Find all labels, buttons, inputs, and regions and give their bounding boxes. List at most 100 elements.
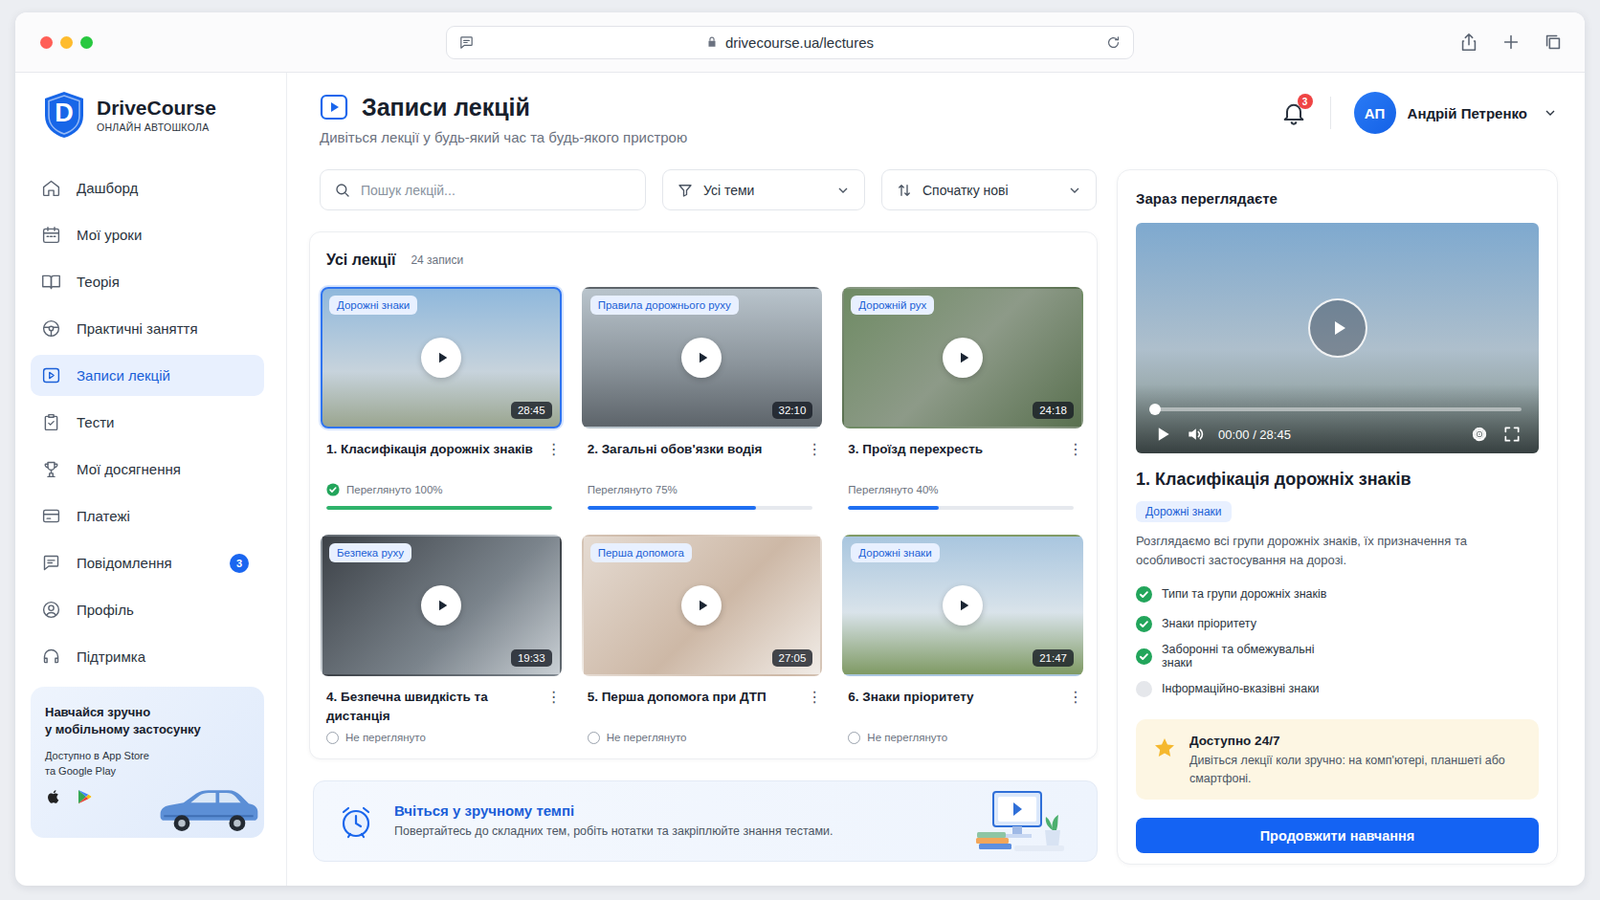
apple-icon[interactable] [44,788,63,806]
sidebar-item[interactable]: Мої уроки [30,214,265,256]
topic-label: Типи та групи дорожніх знаків [1161,587,1327,601]
reload-icon[interactable] [1105,34,1122,51]
topic-select[interactable]: Усі теми [662,169,866,211]
sort-select[interactable]: Спочатку нові [881,169,1097,211]
url[interactable]: drivecourse.ua/lectures [474,34,1106,51]
video-progress-track[interactable] [1153,407,1522,412]
watch-status: Переглянуто 100% [326,482,558,498]
play-icon [1327,316,1351,340]
lecture-card[interactable]: Дорожній рух24:183. Проїзд перехресть⋮Пе… [842,287,1084,511]
google-play-icon[interactable] [75,788,93,806]
play-button[interactable] [681,337,722,378]
lecture-menu-button[interactable]: ⋮ [806,440,819,460]
video-progress-knob[interactable] [1149,403,1161,416]
play-icon [693,597,712,615]
chevron-down-icon [835,182,851,199]
lecture-info: 1. Класифікація дорожніх знаків⋮Переглян… [320,428,562,511]
browser-actions [1133,31,1565,53]
user-menu[interactable]: АПАндрій Петренко [1354,91,1558,134]
sidebar-item[interactable]: Мої досягнення [30,448,265,490]
sidebar-item[interactable]: Записи лекцій [30,355,265,397]
sidebar: DDriveCourseОНЛАЙН АВТОШКОЛА Дашборд Мої у… [15,72,288,887]
lecture-thumbnail[interactable]: Правила дорожнього руху32:10 [581,287,823,429]
lecture-card[interactable]: Перша допомога27:055. Перша допомога при… [581,534,823,746]
header-actions: 3 АПАндрій Петренко [1280,91,1558,134]
topics-list: Типи та групи дорожніх знаківЗнаки пріор… [1135,583,1539,700]
tabs-icon[interactable] [1542,31,1564,53]
minimize-button[interactable] [60,36,73,49]
search-input[interactable] [360,182,632,199]
lecture-thumbnail[interactable]: Дорожній рух24:18 [842,287,1084,429]
sidebar-item[interactable]: Практичні заняття [30,308,265,350]
plus-icon[interactable] [1500,31,1522,53]
availability-note: Доступно 24/7Дивіться лекції коли зручно… [1135,719,1539,800]
lecture-card[interactable]: Дорожні знаки28:451. Класифікація дорожн… [320,287,562,511]
maximize-button[interactable] [80,36,93,49]
play-icon[interactable] [1153,424,1173,445]
lecture-menu-button[interactable]: ⋮ [1067,688,1080,708]
watch-status-text: Переглянуто 40% [847,484,938,496]
sidebar-item-label: Мої досягнення [76,461,249,478]
brand-subtitle: ОНЛАЙН АВТОШКОЛА [96,121,217,134]
play-button[interactable] [942,337,983,378]
trophy-icon [41,459,62,480]
play-button[interactable] [421,337,462,378]
lecture-thumbnail[interactable]: Дорожні знаки28:45 [320,287,562,429]
lock-icon [705,35,719,49]
sidebar-item[interactable]: Повідомлення3 [30,542,265,584]
check-circle-icon [1135,616,1153,633]
notifications-button[interactable]: 3 [1280,99,1308,127]
lecture-card[interactable]: Правила дорожнього руху32:10 2. Загальні … [581,287,823,511]
brand[interactable]: DDriveCourseОНЛАЙН АВТОШКОЛА [30,90,265,139]
share-icon[interactable] [1458,31,1480,53]
video-player[interactable]: 00:00 / 28:45 [1135,222,1539,454]
gear-icon[interactable] [1469,424,1489,445]
filter-icon [676,181,694,200]
play-button[interactable] [1308,298,1368,358]
lecture-menu-button[interactable]: ⋮ [546,440,558,460]
sidebar-item[interactable]: Платежі [30,495,265,537]
lecture-thumbnail[interactable]: Дорожні знаки21:47 [842,534,1084,677]
lecture-thumbnail[interactable]: Безпека руху19:33 [320,534,562,677]
address-bar[interactable]: drivecourse.ua/lectures [445,25,1134,60]
lecture-info: 5. Перша допомога при ДТП⋮Не переглянуто [581,676,823,746]
book-icon [41,271,62,292]
check-circle-icon [1135,586,1153,603]
lecture-menu-button[interactable]: ⋮ [546,688,558,708]
lecture-thumbnail[interactable]: Перша допомога27:05 [581,534,823,677]
video-controls: 00:00 / 28:45 [1135,384,1539,454]
sidebar-item[interactable]: Підтримка [30,636,265,678]
lecture-menu-button[interactable]: ⋮ [806,688,819,708]
app-promo-card[interactable]: Навчайся зручноу мобільному застосункуДо… [30,687,265,839]
lecture-card[interactable]: Безпека руху19:334. Безпечна швидкість т… [320,534,562,746]
lecture-duration: 24:18 [1032,401,1074,420]
lecture-card[interactable]: Дорожні знаки21:476. Знаки пріоритету⋮Не… [842,534,1084,746]
lecture-tag: Правила дорожнього руху [590,295,739,315]
continue-button[interactable]: Продовжити навчання [1135,818,1539,854]
empty-circle-icon [587,732,600,745]
play-button[interactable] [421,585,462,626]
search-field[interactable] [319,169,646,211]
lecture-menu-button[interactable]: ⋮ [1067,440,1080,460]
play-icon [693,349,712,367]
brand-text: DriveCourseОНЛАЙН АВТОШКОЛА [96,96,217,134]
card-icon [41,506,62,527]
watch-status: Не переглянуто [326,730,558,746]
play-icon [433,597,451,615]
watch-status: Не переглянуто [847,730,1080,746]
reader-icon[interactable] [458,34,475,51]
lecture-title: 2. Загальні обов'язки водія [587,440,802,460]
page: drivecourse.ua/lectures DDriveCourseОНЛАЙ… [0,0,1600,900]
play-button[interactable] [942,585,983,626]
close-button[interactable] [40,36,53,49]
sidebar-item[interactable]: Тести [30,401,265,444]
topic-item: Заборонні та обмежувальні знаки [1135,643,1339,670]
note-text: Дивіться лекції коли зручно: на комп'юте… [1189,752,1522,789]
sidebar-item[interactable]: Профіль [30,589,265,631]
sidebar-item[interactable]: Дашборд [30,167,265,209]
sidebar-item[interactable]: Теорія [30,261,265,303]
fullscreen-icon[interactable] [1502,424,1522,445]
play-button[interactable] [681,585,722,626]
lecture-tag: Дорожні знаки [850,543,939,563]
volume-icon[interactable] [1185,424,1205,445]
